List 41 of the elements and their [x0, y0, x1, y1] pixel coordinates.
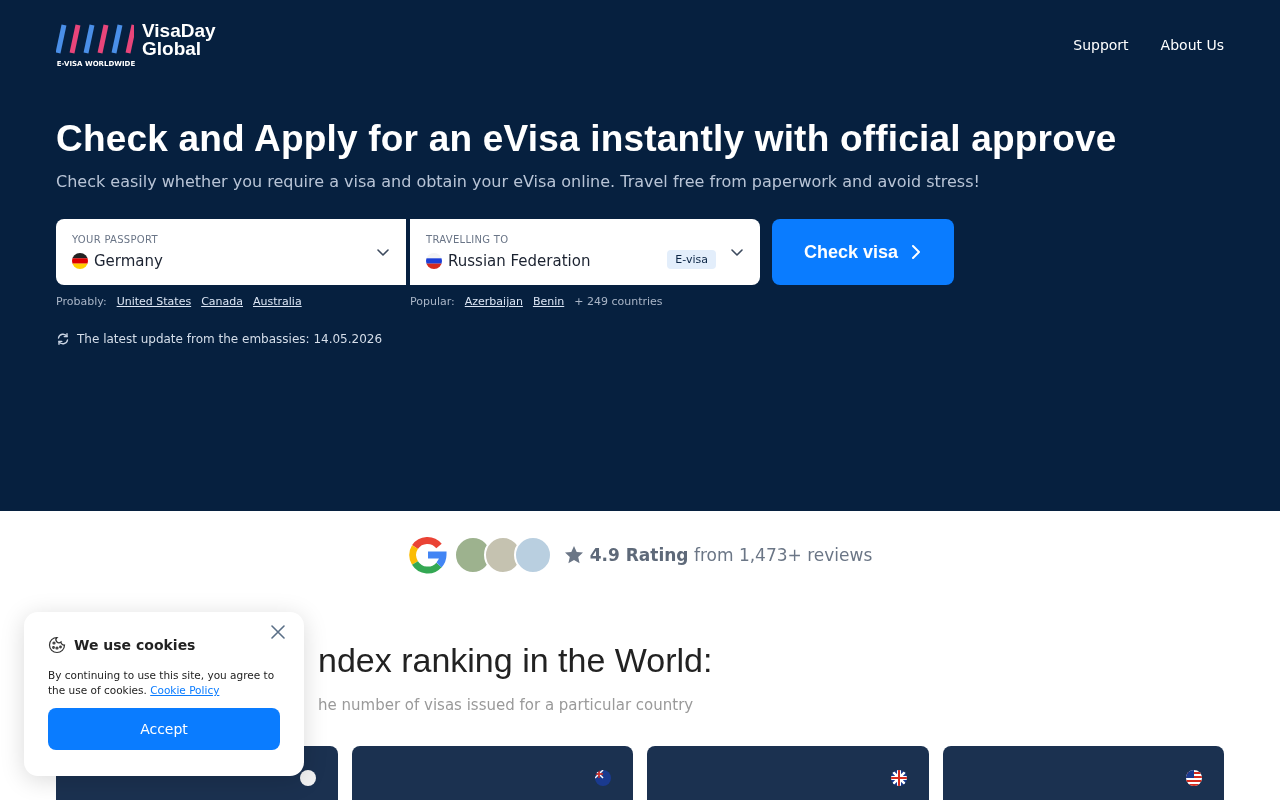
- more-countries-text: + 249 countries: [574, 295, 663, 308]
- google-logo-icon: [407, 535, 448, 575]
- suggestion-label: Probably:: [56, 295, 107, 308]
- hero-title: Check and Apply for an eVisa instantly with official approve: [56, 118, 1118, 160]
- select-field[interactable]: TRAVELLING TO Russian Federation E-visa: [410, 219, 760, 285]
- update-text: The latest update from the embassies: 14.05.2026: [77, 332, 383, 346]
- flag-icon: [299, 770, 316, 786]
- country-link[interactable]: Benin: [532, 295, 565, 308]
- nav-link[interactable]: Support: [1073, 37, 1129, 53]
- hero-subtitle: Check easily whether you require a visa and obtain your eVisa online. Travel free from paperwork and avoid stress!: [56, 172, 981, 191]
- select-field[interactable]: YOUR PASSPORT Germany: [56, 219, 406, 285]
- nav-link[interactable]: About Us: [1160, 37, 1224, 53]
- suggestion-label: Popular:: [410, 295, 455, 308]
- country-link[interactable]: Australia: [253, 295, 302, 308]
- close-icon[interactable]: [271, 625, 285, 639]
- accept-button[interactable]: Accept: [48, 708, 280, 750]
- flag-icon: [426, 253, 442, 269]
- rating-text: 4.9 Rating from 1,473+ reviews: [589, 545, 873, 565]
- country-link[interactable]: Canada: [201, 295, 243, 308]
- flag-icon: [890, 770, 907, 786]
- flag-icon: [72, 253, 88, 269]
- cookie-title: We use cookies: [74, 637, 196, 653]
- cookie-policy-link[interactable]: Cookie Policy: [150, 684, 220, 696]
- refresh-icon: [56, 332, 70, 346]
- country-link[interactable]: Azerbaijan: [464, 295, 523, 308]
- cookie-text: By continuing to use this site, you agree to the use of cookies. Cookie Policy: [48, 668, 276, 698]
- star-icon: [563, 545, 584, 565]
- evisa-badge: E-visa: [667, 249, 716, 269]
- country-link[interactable]: United States: [116, 295, 192, 308]
- field-label: YOUR PASSPORT: [72, 234, 159, 245]
- section-title: ndex ranking in the World:: [318, 641, 714, 680]
- flag-icon: [1186, 770, 1202, 786]
- logo-text: VisaDay Global: [142, 22, 216, 58]
- chevron-right-icon: [910, 244, 923, 260]
- field-label: TRAVELLING TO: [426, 234, 510, 245]
- cookie-icon: [48, 636, 66, 654]
- check-visa-button[interactable]: Check visa: [772, 219, 954, 285]
- flag-icon: [595, 770, 611, 786]
- field-value: Russian Federation: [448, 252, 591, 270]
- field-value: Germany: [94, 252, 163, 270]
- section-subtitle: he number of visas issued for a particular country: [318, 696, 695, 714]
